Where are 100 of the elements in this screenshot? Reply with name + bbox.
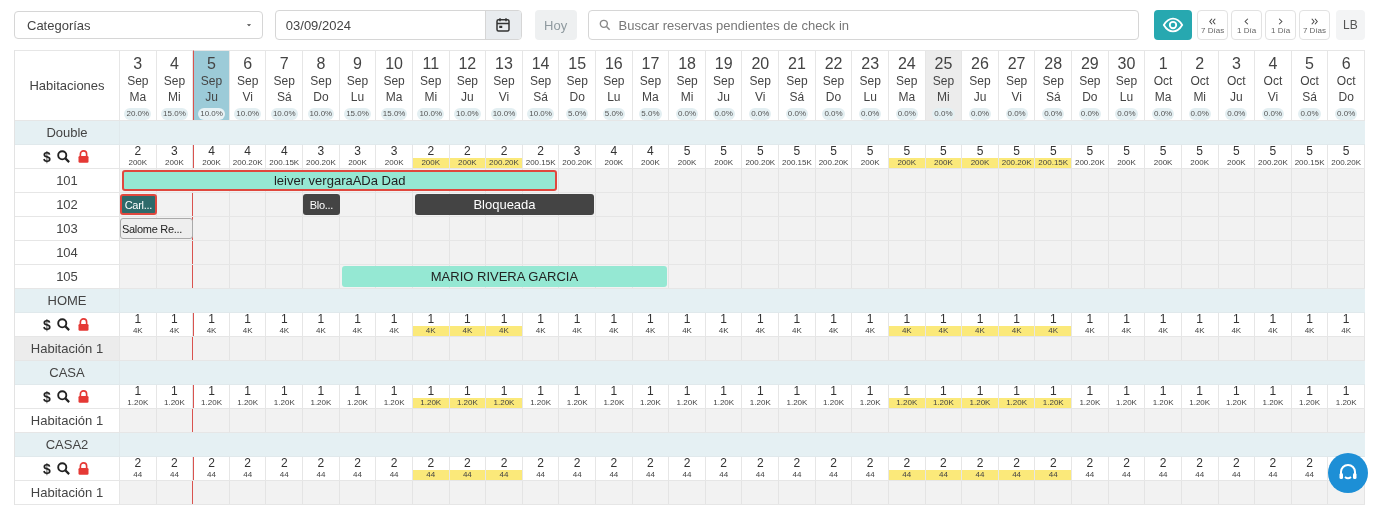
price-label: 4K (681, 326, 693, 336)
date-header[interactable]: 6 Oct Do 0.0% (1328, 50, 1365, 120)
date-header[interactable]: 26 Sep Ju 0.0% (962, 50, 999, 120)
date-header[interactable]: 25 Sep Mi 0.0% (925, 50, 963, 120)
availability-count: 2 (1123, 457, 1130, 469)
price-label: 4K (351, 326, 364, 336)
price-label: 44 (608, 470, 620, 480)
price-button[interactable]: $ (43, 149, 51, 164)
category-select[interactable]: Categorías (14, 11, 263, 39)
navigation-button[interactable]: 1 Día (1231, 10, 1263, 40)
weekday-label: Do (313, 89, 329, 105)
availability-count: 4 (610, 145, 618, 157)
blocked-booking[interactable]: Blo... (303, 194, 340, 215)
calendar-button[interactable] (484, 11, 521, 39)
price-label: 4K (754, 326, 767, 336)
navigation-button[interactable]: 1 Día (1265, 10, 1296, 40)
price-label: 1.20K (785, 398, 809, 408)
availability-count: 2 (134, 457, 142, 469)
month-label: Sep (529, 73, 552, 89)
availability-count: 2 (500, 145, 508, 157)
price-label: 44 (645, 470, 656, 480)
price-label: 44 (718, 470, 730, 480)
search-icon[interactable] (55, 317, 71, 332)
date-header[interactable]: 11 Sep Mi 10.0% (412, 50, 450, 120)
availability-count: 3 (390, 145, 398, 157)
booking-bar[interactable]: MARIO RIVERA GARCIA (341, 266, 668, 287)
price-button[interactable]: $ (43, 461, 51, 476)
date-header[interactable]: 22 Sep Do 0.0% (815, 50, 853, 120)
date-header[interactable]: 3 Sep Ma 20.0% (120, 50, 157, 120)
price-label: 4K (925, 326, 962, 336)
date-header[interactable]: 5 Oct Sá 0.0% (1291, 50, 1329, 120)
occupancy-badge: 10.0% (527, 108, 554, 120)
date-header[interactable]: 18 Sep Mi 0.0% (669, 50, 706, 120)
weekday-label: Lu (863, 89, 877, 105)
date-header[interactable]: 7 Sep Sá 10.0% (266, 50, 304, 120)
date-header[interactable]: 10 Sep Ma 15.0% (376, 50, 413, 120)
price-label: 1.20K (748, 398, 772, 408)
date-header[interactable]: 9 Sep Lu 15.0% (339, 50, 377, 120)
date-header[interactable]: 14 Sep Sá 10.0% (522, 50, 560, 120)
booking-bar[interactable]: leiver vergaraADa Dad (122, 170, 558, 191)
price-label: 200K (676, 158, 698, 168)
price-label: 200.20K (817, 158, 850, 168)
day-number: 20 (751, 54, 770, 73)
search-icon[interactable] (55, 389, 71, 404)
navigation-button[interactable]: 7 Días (1299, 10, 1330, 40)
search-field[interactable]: Buscar reservas pendientes de check in (587, 10, 1140, 40)
price-label: 4K (1303, 326, 1316, 336)
date-field[interactable]: 03/09/2024 (274, 10, 522, 40)
price-label: 44 (1121, 470, 1132, 480)
price-label: 4K (412, 326, 449, 336)
blocked-booking[interactable]: Bloqueada (414, 194, 594, 215)
availability-count: 4 (208, 145, 215, 157)
date-header[interactable]: 12 Sep Ju 10.0% (449, 50, 487, 120)
occupancy-badge: 15.0% (161, 108, 188, 120)
price-label: 44 (278, 470, 290, 480)
price-button[interactable]: $ (43, 317, 51, 332)
weekday-label: Do (825, 89, 842, 105)
availability-count: 1 (1086, 313, 1094, 325)
search-icon[interactable] (55, 461, 71, 476)
price-label: 44 (925, 470, 962, 480)
search-icon[interactable] (55, 149, 71, 164)
price-button[interactable]: $ (43, 389, 51, 404)
weekday-label: Sá (1045, 89, 1061, 105)
occupancy-badge: 10.0% (270, 108, 298, 120)
date-header[interactable]: 29 Sep Do 0.0% (1072, 50, 1109, 120)
date-header[interactable]: 13 Sep Vi 10.0% (486, 50, 523, 120)
month-label: Oct (1153, 73, 1173, 89)
availability-count: 1 (720, 385, 727, 397)
price-label: 1.20K (888, 398, 925, 408)
price-label: 200K (713, 158, 734, 168)
weekday-label: Ju (205, 89, 218, 105)
price-label: 44 (1267, 470, 1279, 480)
date-header[interactable]: 30 Sep Lu 0.0% (1108, 50, 1146, 120)
date-header[interactable]: 5 Sep Ju 10.0% (193, 50, 230, 120)
date-header[interactable]: 1 Oct Ma 0.0% (1145, 50, 1182, 120)
date-header[interactable]: 3 Oct Ju 0.0% (1218, 50, 1256, 120)
date-header[interactable]: 23 Sep Lu 0.0% (852, 50, 889, 120)
booking-bar[interactable]: Carl... (120, 194, 157, 215)
visibility-button[interactable] (1154, 10, 1193, 40)
date-header[interactable]: 21 Sep Sá 0.0% (779, 50, 816, 120)
date-header[interactable]: 17 Sep Ma 5.0% (632, 50, 670, 120)
date-header[interactable]: 4 Oct Vi 0.0% (1255, 50, 1292, 120)
availability-count: 5 (940, 145, 947, 157)
price-label: 44 (412, 470, 449, 480)
user-button[interactable]: LB (1335, 10, 1365, 40)
availability-count: 4 (280, 145, 288, 157)
date-header[interactable]: 19 Sep Ju 0.0% (705, 50, 743, 120)
date-header[interactable]: 20 Sep Vi 0.0% (742, 50, 780, 120)
date-header[interactable]: 16 Sep Lu 5.0% (596, 50, 633, 120)
price-label: 200K (383, 158, 405, 168)
availability-count: 2 (354, 457, 361, 469)
date-header[interactable]: 6 Sep Vi 10.0% (229, 50, 267, 120)
date-header[interactable]: 2 Oct Mi 0.0% (1181, 50, 1219, 120)
date-header[interactable]: 8 Sep Do 10.0% (303, 50, 340, 120)
navigation-button[interactable]: 7 Días (1197, 10, 1229, 40)
date-header[interactable]: 27 Sep Vi 0.0% (998, 50, 1036, 120)
date-header[interactable]: 15 Sep Do 5.0% (559, 50, 596, 120)
date-header[interactable]: 28 Sep Sá 0.0% (1035, 50, 1073, 120)
date-header[interactable]: 24 Sep Ma 0.0% (888, 50, 926, 120)
booking-bar[interactable]: Salome Re... (120, 218, 194, 239)
